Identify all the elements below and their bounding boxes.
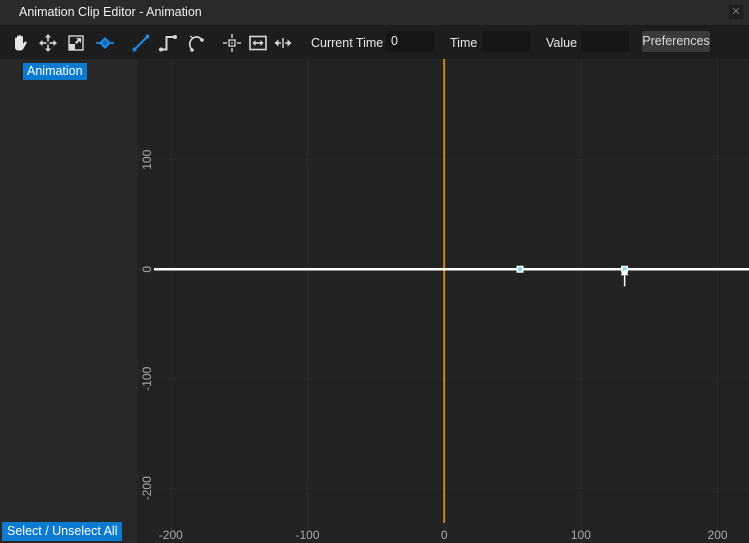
window-title: Animation Clip Editor - Animation xyxy=(19,5,202,19)
select-unselect-all-button[interactable]: Select / Unselect All xyxy=(2,522,123,541)
hand-icon[interactable] xyxy=(11,33,31,53)
title-bar: Animation Clip Editor - Animation ✕ xyxy=(0,0,749,26)
x-tick-label: 200 xyxy=(708,528,728,542)
y-tick-label: 0 xyxy=(140,266,154,273)
keyframe-diamond-icon[interactable] xyxy=(95,33,115,53)
y-tick-label: -100 xyxy=(140,366,154,390)
y-tick-label: -200 xyxy=(140,476,154,500)
scale-icon[interactable] xyxy=(66,33,86,53)
linear-curve-icon[interactable] xyxy=(131,33,151,53)
spread-arrows-icon[interactable] xyxy=(273,33,293,53)
time-input[interactable] xyxy=(482,31,530,52)
value-input[interactable] xyxy=(581,31,629,52)
current-time-input[interactable] xyxy=(386,31,434,52)
x-tick-label: -200 xyxy=(159,528,183,542)
x-tick-label: 100 xyxy=(571,528,591,542)
curve-graph[interactable]: -200 -100 0 100 200 100 0 -100 -200 xyxy=(138,59,749,543)
time-label: Time xyxy=(450,36,478,50)
curve-graph-canvas[interactable]: -200 -100 0 100 200 100 0 -100 -200 xyxy=(138,59,749,543)
x-tick-label: 0 xyxy=(441,528,448,542)
preferences-button[interactable]: Preferences xyxy=(642,31,710,52)
curve-list-panel xyxy=(0,59,138,543)
toolbar: Current Time Time Value Preferences xyxy=(0,26,749,59)
fit-horizontal-icon[interactable] xyxy=(248,33,268,53)
current-time-label: Current Time xyxy=(311,36,384,50)
y-tick-label: 100 xyxy=(140,149,154,169)
value-label: Value xyxy=(546,36,578,50)
bezier-curve-icon[interactable] xyxy=(185,33,205,53)
center-crosshair-icon[interactable] xyxy=(222,33,242,53)
keyframe-point-fill xyxy=(518,267,523,272)
move-arrows-icon[interactable] xyxy=(38,33,58,53)
close-icon[interactable]: ✕ xyxy=(729,5,743,19)
step-curve-icon[interactable] xyxy=(158,33,178,53)
x-tick-label: -100 xyxy=(295,528,319,542)
curve-item-animation[interactable]: Animation xyxy=(23,63,87,80)
